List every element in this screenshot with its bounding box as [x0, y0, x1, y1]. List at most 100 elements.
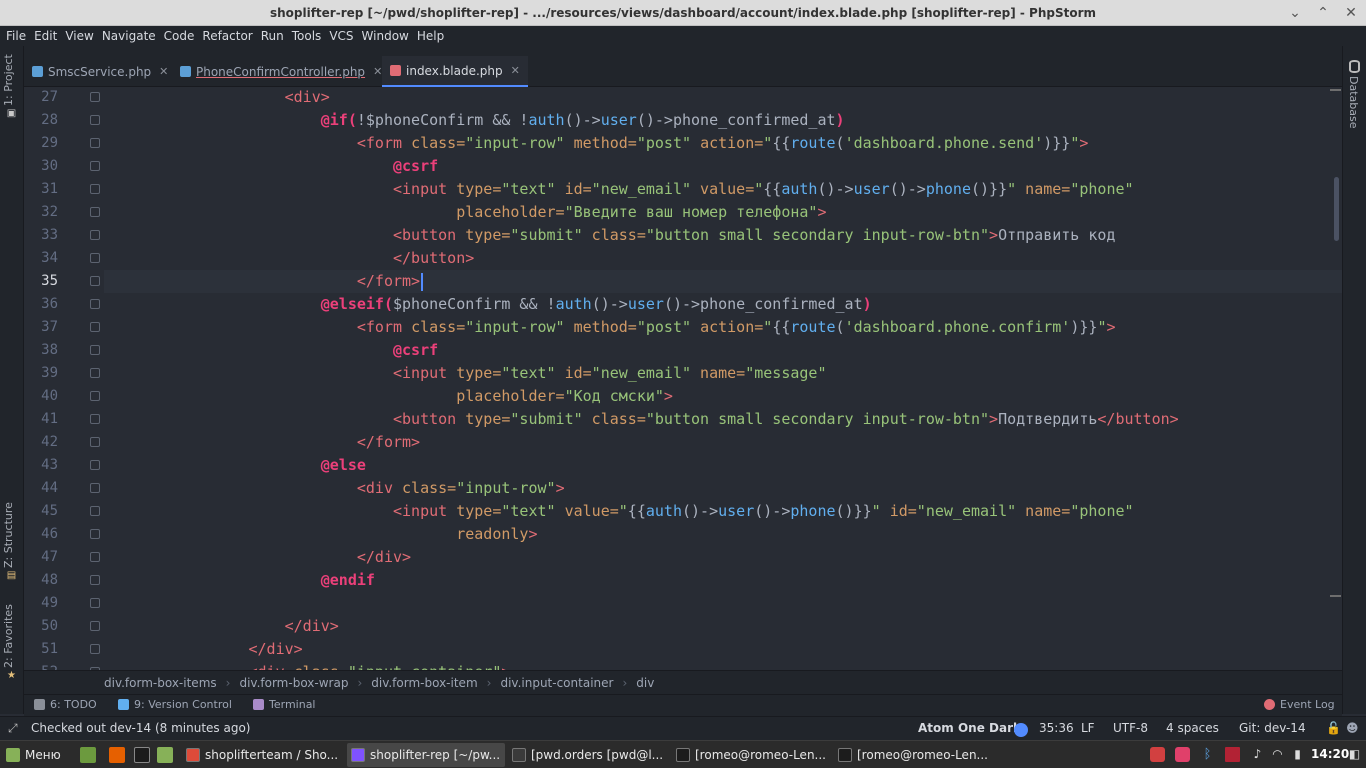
files-icon[interactable] — [157, 747, 173, 763]
fold-marker-icon[interactable] — [90, 115, 100, 125]
minimize-icon[interactable]: ⌄ — [1282, 0, 1308, 26]
code-line[interactable]: </div> — [104, 615, 339, 638]
line-number[interactable]: 30 — [24, 155, 58, 178]
line-number[interactable]: 35 — [24, 270, 58, 293]
notification-tray-icon[interactable]: ◧ — [1347, 747, 1362, 762]
file-encoding[interactable]: UTF-8 — [1113, 721, 1148, 735]
tray-app-icon[interactable] — [1175, 747, 1190, 762]
line-separator[interactable]: LF — [1081, 721, 1095, 735]
line-number[interactable]: 34 — [24, 247, 58, 270]
fold-marker-icon[interactable] — [90, 138, 100, 148]
menu-item-run[interactable]: Run — [257, 29, 288, 43]
line-number[interactable]: 44 — [24, 477, 58, 500]
lock-icon[interactable]: 🔓 — [1326, 721, 1341, 735]
taskbar-window-button[interactable]: shoplifter-rep [~/pw... — [347, 743, 505, 767]
breadcrumb-item[interactable]: div.input-container — [500, 676, 613, 690]
fold-marker-icon[interactable] — [90, 575, 100, 585]
menu-item-code[interactable]: Code — [160, 29, 199, 43]
clock[interactable]: 14:20 — [1311, 747, 1349, 761]
code-editor[interactable]: 27 <div> 28 @if(!$phoneConfirm && !auth()… — [24, 87, 1342, 670]
code-line[interactable]: @elseif($phoneConfirm && !auth()->user()… — [104, 293, 872, 316]
menu-item-window[interactable]: Window — [358, 29, 413, 43]
fold-marker-icon[interactable] — [90, 299, 100, 309]
breadcrumb-item[interactable]: div.form-box-wrap — [239, 676, 348, 690]
code-line[interactable]: @csrf — [104, 155, 438, 178]
code-line[interactable]: <div class="input-container"> — [104, 661, 511, 670]
fold-marker-icon[interactable] — [90, 253, 100, 263]
line-number[interactable]: 28 — [24, 109, 58, 132]
fold-marker-icon[interactable] — [90, 621, 100, 631]
fold-marker-icon[interactable] — [90, 598, 100, 608]
breadcrumb-item[interactable]: div.form-box-item — [371, 676, 477, 690]
line-number[interactable]: 52 — [24, 661, 58, 670]
fold-marker-icon[interactable] — [90, 506, 100, 516]
line-number[interactable]: 39 — [24, 362, 58, 385]
bluetooth-icon[interactable]: ᛒ — [1200, 747, 1215, 762]
indent-setting[interactable]: 4 spaces — [1166, 721, 1219, 735]
tab-smscservice-php[interactable]: SmscService.php ✕ — [24, 56, 176, 87]
fold-marker-icon[interactable] — [90, 437, 100, 447]
code-line[interactable]: </form> — [104, 270, 424, 293]
fold-marker-icon[interactable] — [90, 161, 100, 171]
start-menu-button[interactable]: Меню — [2, 743, 74, 767]
code-line[interactable]: placeholder="Введите ваш номер телефона"… — [104, 201, 826, 224]
fold-marker-icon[interactable] — [90, 552, 100, 562]
line-number[interactable]: 38 — [24, 339, 58, 362]
code-line[interactable]: <button type="submit" class="button smal… — [104, 224, 1115, 247]
menu-item-help[interactable]: Help — [413, 29, 448, 43]
code-line[interactable]: @else — [104, 454, 366, 477]
fold-marker-icon[interactable] — [90, 276, 100, 286]
taskbar-window-button[interactable]: [pwd.orders [pwd@l... — [508, 743, 666, 767]
breadcrumb-item[interactable]: div.form-box-items — [104, 676, 217, 690]
tab-index-blade-php[interactable]: index.blade.php ✕ — [382, 56, 528, 87]
fold-marker-icon[interactable] — [90, 230, 100, 240]
scroll-thumb[interactable] — [1334, 177, 1339, 241]
show-desktop-icon[interactable] — [80, 747, 96, 763]
tool-database[interactable]: Database — [1347, 76, 1360, 129]
fold-marker-icon[interactable] — [90, 414, 100, 424]
firefox-icon[interactable] — [109, 747, 125, 763]
tool-project[interactable]: 1: Project — [2, 54, 22, 106]
line-number[interactable]: 46 — [24, 523, 58, 546]
fold-marker-icon[interactable] — [90, 207, 100, 217]
fold-marker-icon[interactable] — [90, 460, 100, 470]
line-number[interactable]: 33 — [24, 224, 58, 247]
code-line[interactable]: readonly> — [104, 523, 537, 546]
code-line[interactable]: </div> — [104, 638, 303, 661]
line-number[interactable]: 50 — [24, 615, 58, 638]
maximize-icon[interactable]: ⌃ — [1310, 0, 1336, 26]
theme-name[interactable]: Atom One Dark — [918, 721, 1021, 735]
todo-tool[interactable]: 6: TODO — [34, 698, 97, 711]
code-line[interactable]: <input type="text" value="{{auth()->user… — [104, 500, 1134, 523]
notification-icon[interactable]: ☻ — [1346, 721, 1359, 735]
line-number[interactable]: 51 — [24, 638, 58, 661]
code-line[interactable]: </div> — [104, 546, 411, 569]
fold-marker-icon[interactable] — [90, 184, 100, 194]
tool-structure[interactable]: Z: Structure — [2, 502, 22, 568]
audio-icon[interactable]: ♪ — [1250, 747, 1265, 762]
taskbar-window-button[interactable]: shoplifterteam / Sho... — [182, 743, 340, 767]
code-line[interactable]: <button type="submit" class="button smal… — [104, 408, 1179, 431]
code-line[interactable]: @endif — [104, 569, 375, 592]
line-number[interactable]: 27 — [24, 87, 58, 109]
line-number[interactable]: 32 — [24, 201, 58, 224]
line-number[interactable]: 48 — [24, 569, 58, 592]
menu-item-view[interactable]: View — [61, 29, 97, 43]
code-line[interactable]: <div class="input-row"> — [104, 477, 565, 500]
tab-close-icon[interactable]: ✕ — [373, 65, 382, 78]
line-number[interactable]: 40 — [24, 385, 58, 408]
code-line[interactable]: placeholder="Код смски"> — [104, 385, 673, 408]
menu-item-refactor[interactable]: Refactor — [198, 29, 256, 43]
battery-icon[interactable]: ▮ — [1290, 747, 1305, 762]
git-branch[interactable]: Git: dev-14 — [1239, 721, 1306, 735]
code-line[interactable]: </button> — [104, 247, 474, 270]
line-number[interactable]: 42 — [24, 431, 58, 454]
fold-marker-icon[interactable] — [90, 345, 100, 355]
menu-item-vcs[interactable]: VCS — [325, 29, 357, 43]
taskbar-window-button[interactable]: [romeo@romeo-Len... — [672, 743, 830, 767]
line-number[interactable]: 45 — [24, 500, 58, 523]
menu-item-file[interactable]: File — [2, 29, 30, 43]
close-icon[interactable]: ✕ — [1338, 0, 1364, 26]
breadcrumb-item[interactable]: div — [636, 676, 654, 690]
terminal-launcher-icon[interactable] — [134, 747, 150, 763]
